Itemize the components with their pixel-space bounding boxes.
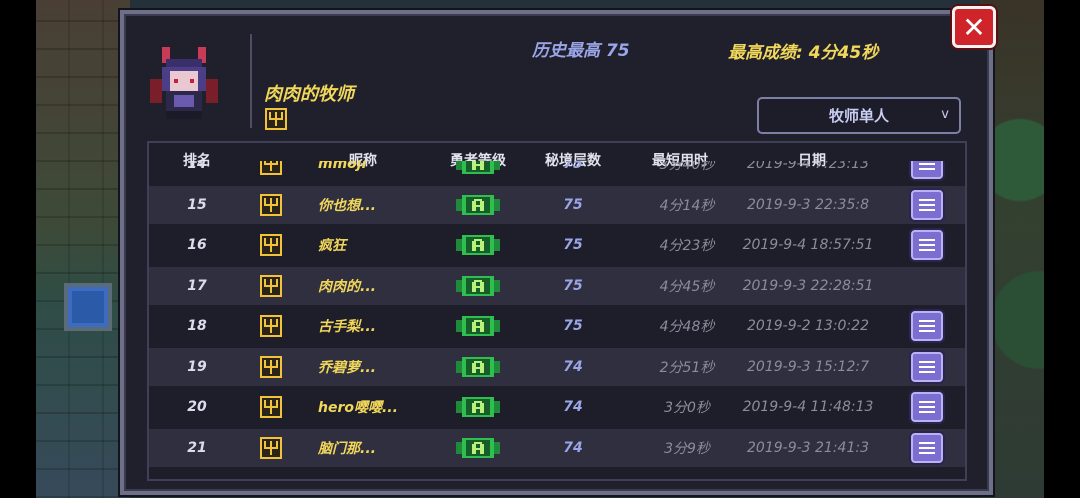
nickname-value: 古手梨... [318,319,376,335]
nickname-value: 乔碧萝... [318,359,376,376]
row-menu-button[interactable] [911,230,943,260]
date-value: 2019-9-3 22:28:51 [742,277,874,294]
nickname-value: mmoji [318,161,367,172]
row-menu-button[interactable] [911,432,943,463]
history-best: 历史最高 75 [532,41,630,61]
hero-level-badge-icon [456,275,500,296]
hero-level-badge-icon [456,161,500,174]
floor-value: 74 [563,439,583,456]
fastest-time-value: 3分0秒 [664,400,710,416]
hero-level-badge-icon [456,356,500,377]
date-value: 2019-9-4 18:57:51 [742,237,874,253]
hero-level-badge-icon [456,437,500,458]
date-value: 2019-9-3 22:35:8 [747,196,869,213]
table-row[interactable]: 15 你也想... 75 4分14秒 2019-9-3 22:35:8 [149,185,965,224]
priest-class-badge-icon [260,396,282,418]
priest-class-badge-icon [260,161,282,175]
rank-value: 19 [187,358,207,375]
rank-value: 21 [187,439,207,456]
row-menu-button[interactable] [911,189,943,220]
date-value: 2019-9-4 11:48:13 [742,399,874,415]
row-menu-button[interactable] [911,351,943,382]
leaderboard-rows[interactable]: 14 mmoji 75 3分40秒 2019-9-4 7:23:13 15 你也… [149,161,965,479]
rank-value: 20 [187,399,207,415]
floor-value: 75 [563,196,583,213]
rank-value: 18 [187,318,207,334]
date-value: 2019-9-2 13:0:22 [747,318,869,334]
floor-value: 75 [563,237,583,253]
floor-value: 74 [563,358,583,375]
mode-dropdown-label: 牧师单人 [828,107,889,125]
date-value: 2019-9-3 21:41:3 [747,439,869,456]
rank-value: 16 [187,237,207,253]
nickname-value: 脑门那... [318,440,376,457]
close-icon: ✕ [962,10,986,44]
priest-class-badge-icon [260,234,282,256]
background-window [64,283,112,331]
priest-class-badge-icon [260,355,282,378]
fastest-time-value: 3分9秒 [664,440,710,457]
hero-level-badge-icon [456,194,500,215]
rank-value: 15 [187,196,207,213]
table-row[interactable]: 21 脑门那... 74 3分9秒 2019-9-3 21:41:3 [149,428,965,467]
rank-value: 14 [187,161,207,172]
hero-level-badge-icon [456,235,500,255]
table-row[interactable]: 16 疯狂 75 4分23秒 2019-9-4 18:57:51 [149,226,965,264]
date-value: 2019-9-3 15:12:7 [747,358,869,375]
fastest-time-value: 3分40秒 [659,161,715,173]
table-row[interactable]: 19 乔碧萝... 74 2分51秒 2019-9-3 15:12:7 [149,347,965,386]
priest-class-badge-icon [260,315,282,337]
hero-level-badge-icon [456,397,500,417]
fastest-time-value: 4分48秒 [659,319,715,335]
floor-value: 75 [563,318,583,334]
fastest-time-value: 4分23秒 [659,238,715,254]
floor-value: 74 [563,399,583,415]
demon-priest-avatar-icon [150,47,218,119]
screen-edge-left [0,0,36,498]
mode-dropdown[interactable]: 牧师单人 v [757,97,961,134]
fastest-time-value: 4分14秒 [659,197,715,214]
nickname-value: 肉肉的... [318,278,376,295]
row-menu-button[interactable] [911,311,943,341]
best-score: 最高成绩: 4分45秒 [728,43,879,63]
fastest-time-value: 2分51秒 [659,359,715,376]
table-row[interactable]: 17 肉肉的... 75 4分45秒 2019-9-3 22:28:51 [149,266,965,305]
header-divider [250,34,252,128]
floor-value: 75 [563,277,583,294]
row-menu-button[interactable] [911,161,943,179]
screen-edge-right [1044,0,1080,498]
table-row[interactable]: 18 古手梨... 75 4分48秒 2019-9-2 13:0:22 [149,307,965,345]
date-value: 2019-9-4 7:23:13 [747,161,869,172]
priest-class-badge-icon [265,108,287,130]
nickname-value: 疯狂 [318,238,346,254]
player-name: 肉肉的牧师 [264,84,354,105]
close-button[interactable]: ✕ [952,6,996,48]
priest-class-badge-icon [260,193,282,216]
fastest-time-value: 4分45秒 [659,278,715,295]
nickname-value: hero嘤嘤... [318,400,398,416]
table-row[interactable]: 20 hero嘤嘤... 74 3分0秒 2019-9-4 11:48:13 [149,388,965,426]
priest-class-badge-icon [260,274,282,297]
chevron-down-icon: v [941,107,949,122]
row-menu-button[interactable] [911,392,943,422]
rank-value: 17 [187,277,207,294]
priest-class-badge-icon [260,436,282,459]
table-row[interactable]: 14 mmoji 75 3分40秒 2019-9-4 7:23:13 [149,161,965,183]
hero-level-badge-icon [456,316,500,336]
floor-value: 75 [563,161,583,172]
nickname-value: 你也想... [318,197,376,214]
